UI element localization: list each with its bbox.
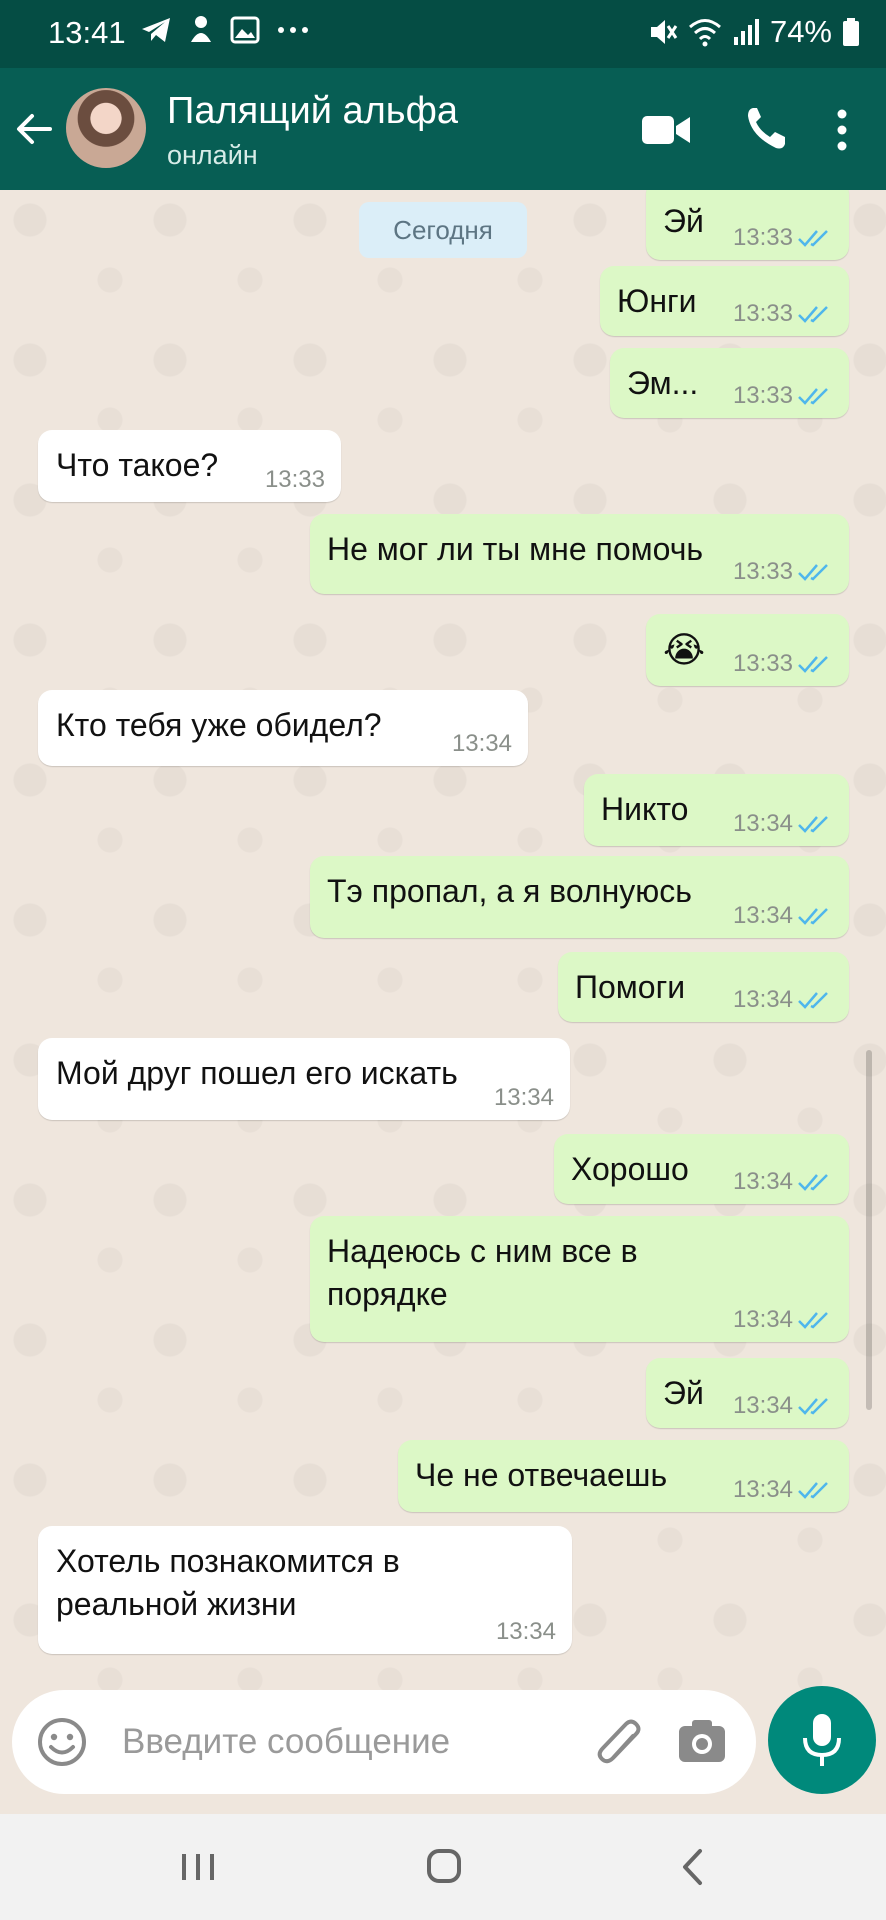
message-time: 13:34 [495,1618,556,1645]
message-time: 13:34 [732,1306,793,1333]
message-text: Эй [663,1375,704,1411]
message-bubble[interactable]: Никто 13:34 [584,774,849,846]
message-time: 13:33 [732,300,793,327]
message-time: 13:33 [732,650,793,677]
read-ticks-icon [798,1398,828,1415]
message-bubble[interactable]: Хотель познакомится в реальной жизни 13:… [38,1526,572,1654]
home-icon[interactable] [414,1842,474,1892]
message-text: Кто тебя уже обидел? [56,707,382,743]
message-text: Че не отвечаешь [415,1457,668,1493]
status-time: 13:41 [48,15,126,50]
message-bubble[interactable]: Мой друг пошел его искать 13:34 [38,1038,570,1120]
message-text-line-1: Надеюсь с ним все в [327,1233,638,1269]
message-bubble[interactable]: Юнги 13:33 [600,266,849,336]
chat-header: Палящий альфа онлайн [0,68,886,190]
message-bubble[interactable]: Помоги 13:34 [558,952,849,1022]
back-arrow-icon[interactable] [14,104,54,154]
read-ticks-icon [798,230,828,247]
message-time: 13:34 [732,1392,793,1419]
message-bubble[interactable]: 😭 13:33 [646,614,849,686]
camera-icon[interactable] [676,1716,728,1766]
message-text-line-1: Хотель познакомится в [56,1543,400,1579]
battery-icon [843,18,859,46]
read-ticks-icon [798,908,828,925]
message-list[interactable]: Сегодня Эй 13:33 Юнги 13:33 Эм... 13:33 … [0,190,886,1690]
message-text: Не мог ли ты мне помочь [327,531,704,567]
message-text-line-2: порядке [327,1276,448,1312]
message-text: Тэ пропал, а я волнуюсь [327,873,692,909]
message-time: 13:34 [451,730,512,757]
message-bubble[interactable]: Что такое? 13:33 [38,430,341,502]
read-ticks-icon [798,1482,828,1499]
recent-apps-icon[interactable] [168,1842,228,1892]
voice-record-button[interactable] [768,1686,876,1794]
message-time: 13:33 [264,466,325,493]
video-call-icon[interactable] [640,108,692,152]
notification-icon [191,16,211,42]
read-ticks-icon [798,992,828,1009]
read-ticks-icon [798,656,828,673]
gallery-icon [230,16,260,44]
contact-presence: онлайн [167,140,258,170]
message-time: 13:33 [732,558,793,585]
message-time: 13:34 [732,986,793,1013]
message-time: 13:34 [732,1168,793,1195]
message-text-line-2: реальной жизни [56,1586,297,1622]
more-options-icon[interactable] [830,106,854,154]
message-bubble[interactable]: Кто тебя уже обидел? 13:34 [38,690,528,766]
read-ticks-icon [798,1174,828,1191]
read-ticks-icon [798,388,828,405]
emoji-icon[interactable] [36,1716,88,1768]
read-ticks-icon [798,816,828,833]
message-input[interactable] [122,1712,562,1772]
signal-icon [733,19,759,45]
message-text: Помоги [575,969,686,1005]
message-input-bar [12,1690,756,1794]
voice-call-icon[interactable] [744,104,788,154]
message-text: Никто [601,791,689,827]
message-text: Эм... [627,365,699,401]
message-bubble[interactable]: Тэ пропал, а я волнуюсь 13:34 [310,856,849,938]
date-chip: Сегодня [359,202,527,258]
message-text: Мой друг пошел его искать [56,1055,458,1091]
message-time: 13:34 [732,1476,793,1503]
message-bubble[interactable]: Хорошо 13:34 [554,1134,849,1204]
contact-avatar[interactable] [66,88,146,168]
chat-scrollbar[interactable] [866,1050,872,1410]
message-text: Эй [663,203,704,239]
message-bubble[interactable]: Че не отвечаешь 13:34 [398,1440,849,1512]
read-ticks-icon [798,564,828,581]
read-ticks-icon [798,306,828,323]
contact-name[interactable]: Палящий альфа [167,90,458,133]
message-text: Юнги [617,283,697,319]
wifi-icon [688,19,721,47]
message-time: 13:33 [732,382,793,409]
message-bubble[interactable]: Эй 13:33 [646,190,849,260]
telegram-icon [142,18,170,42]
message-time: 13:34 [732,902,793,929]
message-bubble[interactable]: Не мог ли ты мне помочь 13:33 [310,514,849,594]
attach-icon[interactable] [590,1712,646,1772]
message-bubble[interactable]: Надеюсь с ним все в порядке 13:34 [310,1216,849,1342]
message-text: Хорошо [571,1151,689,1187]
more-dots-icon [278,27,308,33]
message-text: 😭 [663,629,706,670]
message-time: 13:33 [732,224,793,251]
read-ticks-icon [798,1312,828,1329]
message-bubble[interactable]: Эй 13:34 [646,1358,849,1428]
system-back-icon[interactable] [664,1842,724,1892]
message-bubble[interactable]: Эм... 13:33 [610,348,849,418]
battery-percent: 74% [769,14,832,49]
message-time: 13:34 [493,1084,554,1111]
status-bar: 13:41 74% [0,0,886,68]
microphone-icon [803,1714,841,1766]
mute-icon [650,20,678,44]
message-time: 13:34 [732,810,793,837]
message-text: Что такое? [56,447,219,483]
system-nav-bar [0,1814,886,1920]
